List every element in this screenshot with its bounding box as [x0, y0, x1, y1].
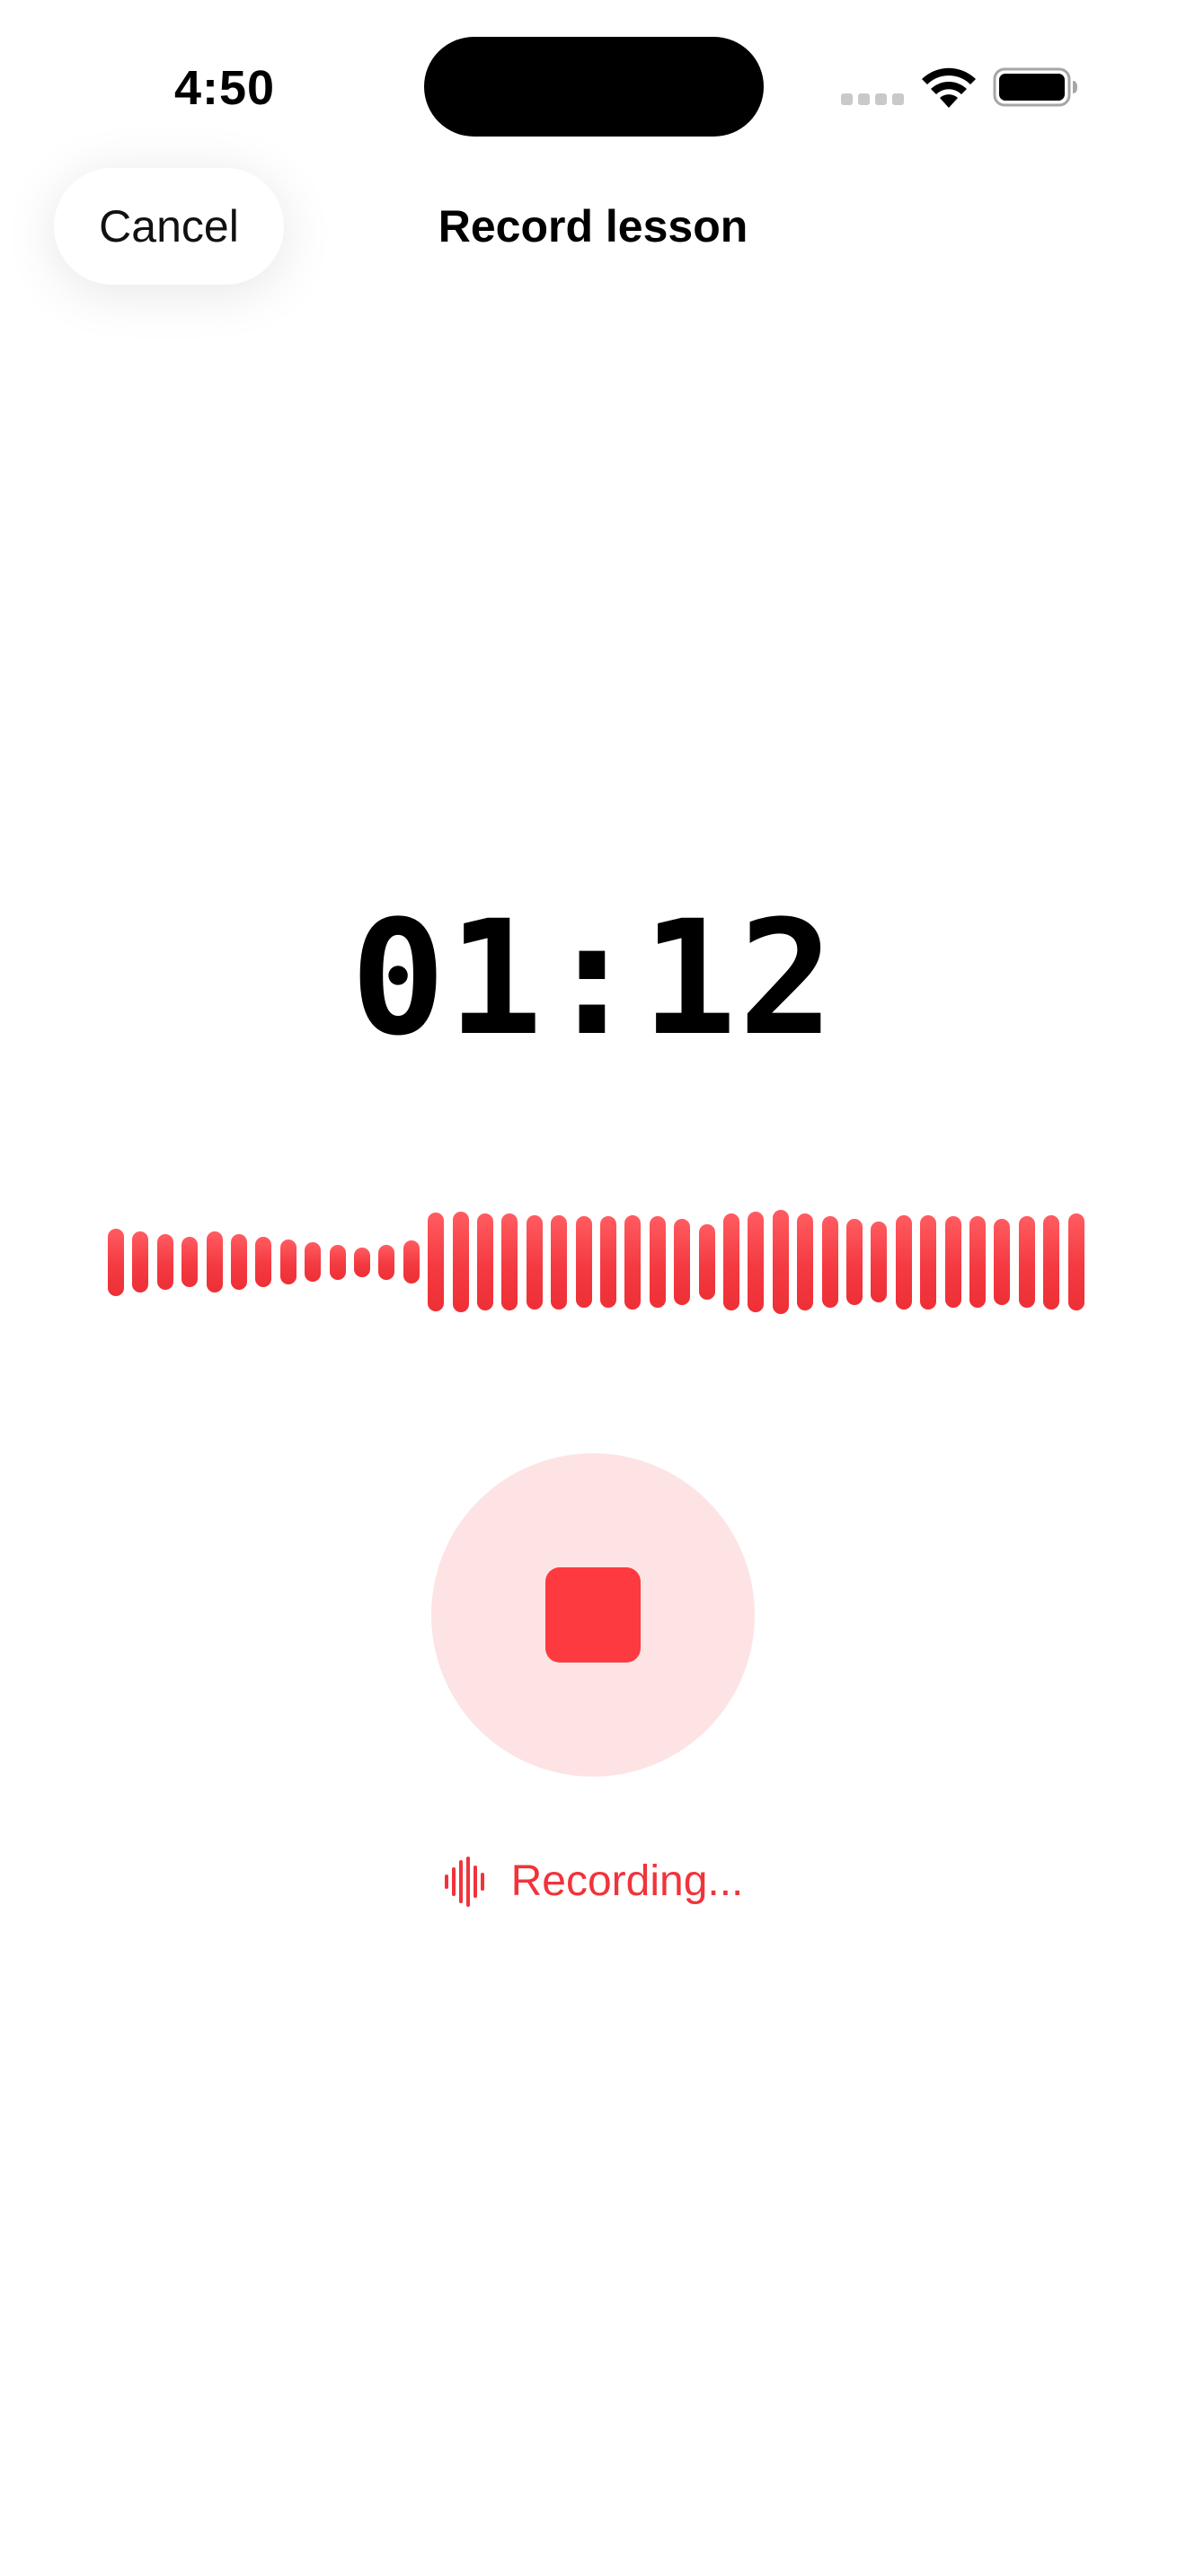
dynamic-island [424, 37, 764, 137]
waveform-bar [624, 1214, 642, 1310]
wifi-icon [922, 67, 976, 108]
waveform-bar [378, 1244, 395, 1280]
waveform-bar [944, 1216, 961, 1308]
waveform-bar [132, 1231, 149, 1292]
waveform-bar [108, 1228, 124, 1296]
waveform-bar [329, 1244, 346, 1280]
waveform-bar [600, 1216, 616, 1308]
waveform-bar [871, 1222, 888, 1302]
waveform-bar [772, 1210, 789, 1314]
waveform-bar [674, 1219, 691, 1305]
waveform-bar [305, 1242, 322, 1282]
waveform-bar [1043, 1214, 1060, 1310]
waveform-bar [1067, 1213, 1084, 1310]
waveform-bar [797, 1213, 814, 1310]
stop-recording-button[interactable] [431, 1453, 755, 1777]
status-bar-time: 4:50 [173, 61, 276, 115]
audio-waveform [108, 1195, 1084, 1329]
waveform-bar [895, 1214, 912, 1310]
battery-icon [993, 67, 1077, 107]
waveform-bar [551, 1214, 568, 1310]
waveform-bar [156, 1234, 173, 1290]
waveform-bar [994, 1219, 1011, 1305]
recording-status: Recording... [395, 1846, 791, 1918]
waveform-bar [920, 1214, 937, 1310]
cellular-signal-icon [841, 93, 904, 106]
waveform-bar [279, 1239, 296, 1284]
waveform-bar [1018, 1216, 1035, 1308]
waveform-bar [698, 1224, 715, 1300]
stop-icon [545, 1567, 641, 1663]
waveform-bar [255, 1237, 272, 1287]
waveform-bar [206, 1231, 223, 1292]
waveform-bar [501, 1213, 518, 1310]
waveform-bar [403, 1240, 420, 1284]
page-title: Record lesson [438, 201, 748, 251]
waveform-bar [649, 1216, 666, 1308]
waveform-bar [575, 1216, 592, 1308]
waveform-bar [354, 1247, 370, 1277]
waveform-bar [969, 1216, 986, 1308]
waveform-bar [821, 1216, 838, 1308]
recording-label: Recording... [510, 1857, 744, 1905]
waveform-bar [452, 1211, 469, 1313]
waveform-bar [477, 1213, 493, 1310]
waveform-bar [526, 1214, 543, 1310]
waveform-icon [444, 1857, 484, 1907]
waveform-bar [723, 1213, 739, 1310]
elapsed-timer: 01:12 [350, 887, 836, 1071]
waveform-bar [181, 1237, 199, 1287]
waveform-bar [748, 1211, 765, 1313]
waveform-bar [231, 1234, 247, 1290]
cancel-button[interactable]: Cancel [54, 168, 284, 285]
waveform-bar [428, 1213, 445, 1311]
waveform-bar [846, 1219, 863, 1305]
